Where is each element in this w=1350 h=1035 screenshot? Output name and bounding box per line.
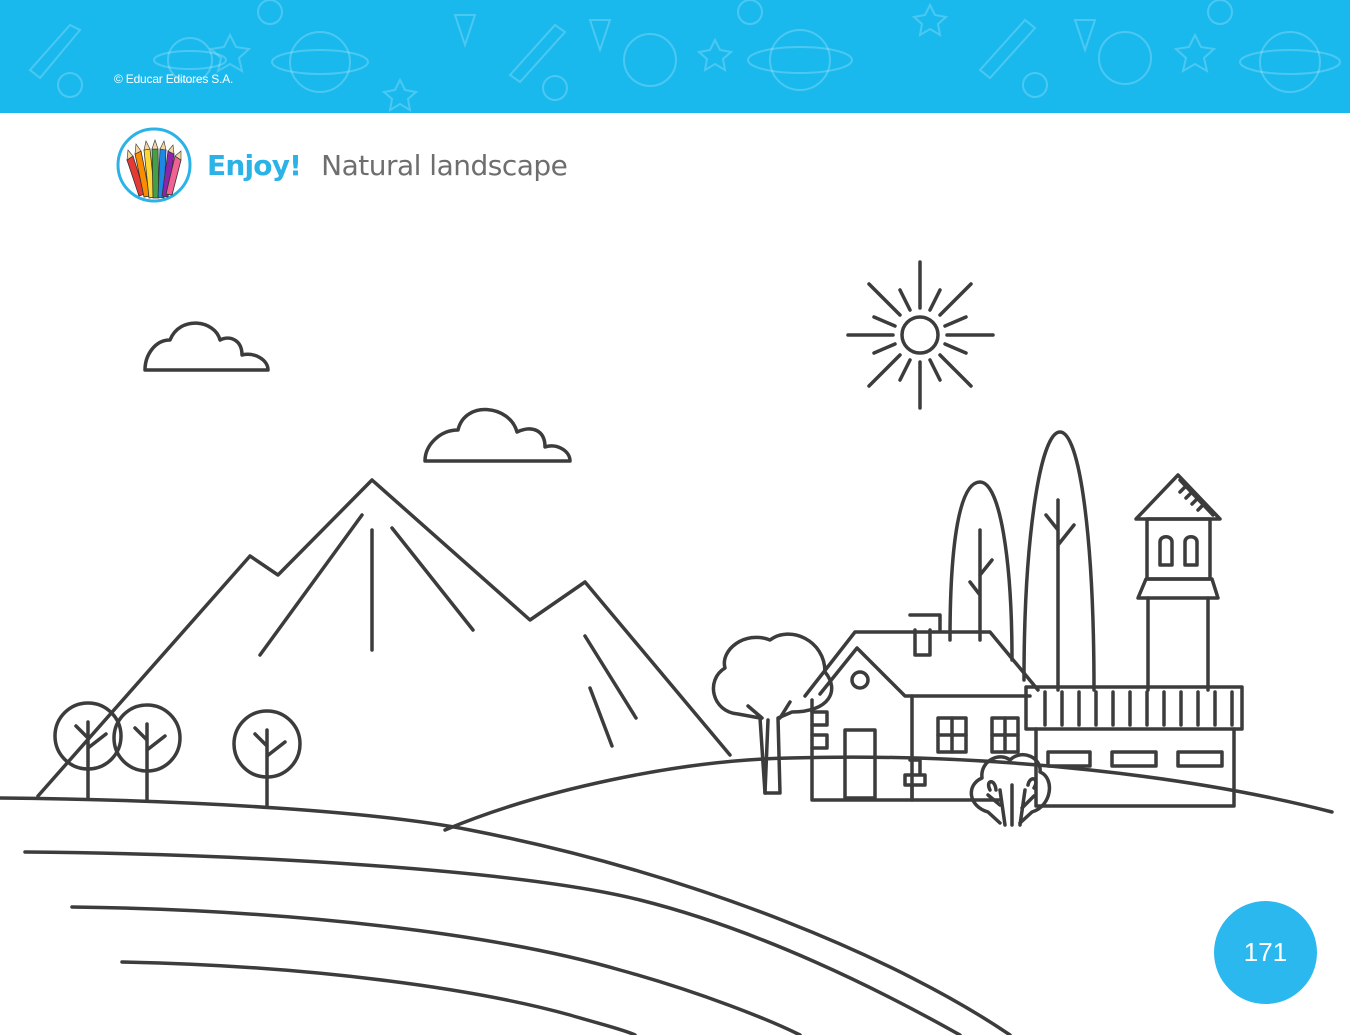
back-hill <box>443 755 1334 832</box>
mountains <box>36 478 732 798</box>
tower-drawing <box>1134 473 1222 692</box>
building-drawing <box>1024 685 1244 808</box>
page-number: 171 <box>1243 937 1288 967</box>
house-drawing <box>803 613 1040 802</box>
cloud-right <box>423 407 572 463</box>
sun-drawing <box>846 260 995 410</box>
cloud-left <box>143 321 270 372</box>
landscape-illustration <box>0 260 1334 1035</box>
page-number-badge: 171 <box>1214 901 1317 1004</box>
